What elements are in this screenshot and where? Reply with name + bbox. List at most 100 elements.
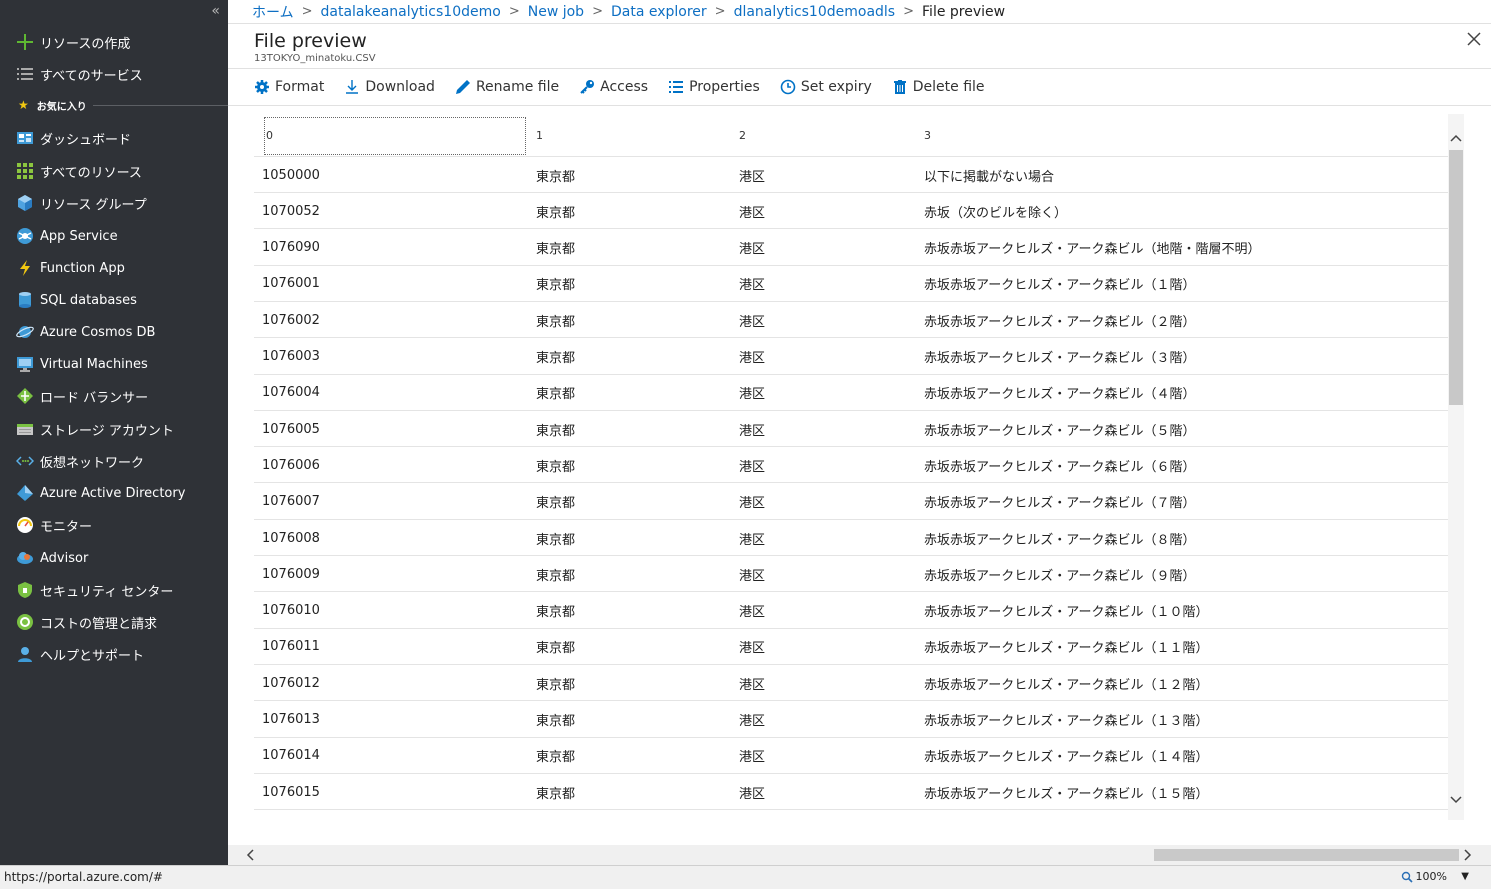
- sidebar-item-virtual-machines[interactable]: Virtual Machines: [0, 349, 228, 379]
- set-expiry-button[interactable]: Set expiry: [780, 79, 872, 95]
- scroll-down-button[interactable]: [1448, 790, 1464, 810]
- sidebar-item-advisor[interactable]: Advisor: [0, 543, 228, 573]
- column-header[interactable]: 2: [739, 114, 746, 156]
- ward-cell: 港区: [739, 532, 766, 548]
- sidebar-item-cost-management[interactable]: コストの管理と請求: [0, 607, 228, 637]
- sidebar-item-cosmos-db[interactable]: Azure Cosmos DB: [0, 317, 228, 347]
- table-row[interactable]: 1076001 東京都 港区 赤坂赤坂アークヒルズ・アーク森ビル（１階）: [254, 266, 1448, 302]
- download-label: Download: [365, 79, 435, 95]
- postal-code-cell: 1076008: [262, 530, 320, 546]
- sidebar-item-security-center[interactable]: セキュリティ センター: [0, 575, 228, 605]
- scroll-right-button[interactable]: [1458, 845, 1478, 865]
- address-cell: 赤坂赤坂アークヒルズ・アーク森ビル（９階）: [924, 568, 1196, 584]
- breadcrumb-item-home[interactable]: ホーム: [252, 2, 294, 22]
- table-row[interactable]: 1076013 東京都 港区 赤坂赤坂アークヒルズ・アーク森ビル（１３階）: [254, 702, 1448, 738]
- ward-cell: 港区: [739, 351, 766, 366]
- sidebar-item-create-resource[interactable]: リソースの作成: [0, 27, 228, 57]
- breadcrumb-item-analytics-account[interactable]: datalakeanalytics10demo: [321, 4, 501, 20]
- table-row[interactable]: 1076011 東京都 港区 赤坂赤坂アークヒルズ・アーク森ビル（１１階）: [254, 629, 1448, 665]
- planet-icon: [16, 323, 34, 341]
- prefecture-cell: 東京都: [536, 605, 576, 621]
- sidebar-item-all-resources[interactable]: すべてのリソース: [0, 156, 228, 186]
- column-header[interactable]: 0: [266, 114, 273, 156]
- table-row[interactable]: 1076004 東京都 港区 赤坂赤坂アークヒルズ・アーク森ビル（４階）: [254, 375, 1448, 411]
- table-row[interactable]: 1076012 東京都 港区 赤坂赤坂アークヒルズ・アーク森ビル（１２階）: [254, 665, 1448, 702]
- zoom-control[interactable]: 100%: [1401, 870, 1447, 883]
- sidebar-item-label: Function App: [40, 260, 125, 276]
- plus-icon: [16, 33, 34, 51]
- table-row[interactable]: 1076015 東京都 港区 赤坂赤坂アークヒルズ・アーク森ビル（１５階）: [254, 774, 1448, 811]
- table-row[interactable]: 1076005 東京都 港区 赤坂赤坂アークヒルズ・アーク森ビル（５階）: [254, 411, 1448, 448]
- sidebar-item-monitor[interactable]: モニター: [0, 510, 228, 540]
- table-row[interactable]: 1050000 東京都 港区 以下に掲載がない場合: [254, 157, 1448, 193]
- scroll-up-button[interactable]: [1448, 128, 1464, 148]
- download-button[interactable]: Download: [344, 79, 435, 95]
- toolbar: Format Download Rename file Access Prope…: [228, 68, 1491, 106]
- ward-cell: 港区: [739, 714, 766, 729]
- sidebar-item-help-support[interactable]: ヘルプとサポート: [0, 639, 228, 669]
- caret-down-icon[interactable]: ▼: [1461, 871, 1469, 882]
- vertical-scrollbar-thumb[interactable]: [1449, 150, 1463, 405]
- table-row[interactable]: 1076008 東京都 港区 赤坂赤坂アークヒルズ・アーク森ビル（８階）: [254, 520, 1448, 556]
- table-row[interactable]: 1076010 東京都 港区 赤坂赤坂アークヒルズ・アーク森ビル（１０階）: [254, 593, 1448, 629]
- breadcrumb-item-adls-account[interactable]: dlanalytics10demoadls: [734, 4, 896, 20]
- format-button[interactable]: Format: [254, 79, 324, 95]
- breadcrumb-item-new-job[interactable]: New job: [528, 4, 584, 20]
- access-button[interactable]: Access: [579, 79, 648, 95]
- table-row[interactable]: 1076002 東京都 港区 赤坂赤坂アークヒルズ・アーク森ビル（２階）: [254, 302, 1448, 339]
- table-row[interactable]: 1070052 東京都 港区 赤坂（次のビルを除く）: [254, 193, 1448, 230]
- address-cell: 赤坂赤坂アークヒルズ・アーク森ビル（１４階）: [924, 750, 1209, 766]
- properties-button[interactable]: Properties: [668, 79, 760, 95]
- horizontal-scrollbar-thumb[interactable]: [1154, 849, 1459, 861]
- table-row[interactable]: 1076006 東京都 港区 赤坂赤坂アークヒルズ・アーク森ビル（６階）: [254, 447, 1448, 484]
- sidebar-item-all-services[interactable]: すべてのサービス: [0, 59, 228, 89]
- sidebar-item-resource-groups[interactable]: リソース グループ: [0, 188, 228, 218]
- sidebar-item-label: リソース グループ: [40, 197, 147, 213]
- address-cell: 赤坂赤坂アークヒルズ・アーク森ビル（地階・階層不明）: [924, 242, 1261, 258]
- scroll-left-button[interactable]: [240, 845, 260, 865]
- shield-icon: [16, 581, 34, 599]
- table-row[interactable]: 1076014 東京都 港区 赤坂赤坂アークヒルズ・アーク森ビル（１４階）: [254, 738, 1448, 774]
- sidebar-item-storage-accounts[interactable]: ストレージ アカウント: [0, 414, 228, 444]
- sidebar-item-sql-databases[interactable]: SQL databases: [0, 285, 228, 315]
- sidebar-item-label: ヘルプとサポート: [40, 648, 145, 664]
- sidebar-item-label: SQL databases: [40, 292, 137, 308]
- breadcrumb-item-data-explorer[interactable]: Data explorer: [611, 4, 707, 20]
- sidebar-item-load-balancer[interactable]: ロード バランサー: [0, 381, 228, 411]
- table-row[interactable]: 1076090 東京都 港区 赤坂赤坂アークヒルズ・アーク森ビル（地階・階層不明）: [254, 230, 1448, 266]
- selected-header-cell[interactable]: [264, 117, 526, 155]
- delete-file-button[interactable]: Delete file: [892, 79, 985, 95]
- column-header[interactable]: 1: [536, 114, 543, 156]
- aad-icon: [16, 484, 34, 502]
- sidebar-item-dashboard[interactable]: ダッシュボード: [0, 123, 228, 153]
- postal-code-cell: 1076009: [262, 566, 320, 582]
- prefecture-cell: 東京都: [536, 496, 576, 512]
- table-row[interactable]: 1076003 東京都 港区 赤坂赤坂アークヒルズ・アーク森ビル（３階）: [254, 339, 1448, 375]
- address-cell: 赤坂赤坂アークヒルズ・アーク森ビル（８階）: [924, 532, 1196, 548]
- rename-file-button[interactable]: Rename file: [455, 79, 559, 95]
- postal-code-cell: 1050000: [262, 167, 320, 183]
- table-row[interactable]: 1076007 東京都 港区 赤坂赤坂アークヒルズ・アーク森ビル（７階）: [254, 484, 1448, 520]
- sidebar-item-virtual-networks[interactable]: 仮想ネットワーク: [0, 446, 228, 476]
- postal-code-cell: 1076090: [262, 240, 320, 256]
- ward-cell: 港区: [739, 568, 766, 584]
- browser-status-bar: https://portal.azure.com/# 100% ▼: [0, 865, 1491, 889]
- ward-cell: 港区: [739, 641, 766, 657]
- postal-code-cell: 1076003: [262, 349, 320, 364]
- prefecture-cell: 東京都: [536, 750, 576, 766]
- format-label: Format: [275, 79, 325, 95]
- gauge-icon: [16, 516, 34, 534]
- ward-cell: 港区: [739, 242, 766, 258]
- collapse-sidebar-icon[interactable]: «: [211, 3, 220, 19]
- ward-cell: 港区: [739, 750, 766, 766]
- sidebar-item-app-service[interactable]: App Service: [0, 221, 228, 251]
- postal-code-cell: 1076007: [262, 494, 320, 510]
- sidebar-item-azure-active-directory[interactable]: Azure Active Directory: [0, 478, 228, 508]
- sidebar-item-label: モニター: [40, 519, 93, 535]
- sidebar-item-function-app[interactable]: Function App: [0, 253, 228, 283]
- column-header[interactable]: 3: [924, 114, 931, 156]
- table-row[interactable]: 1076009 東京都 港区 赤坂赤坂アークヒルズ・アーク森ビル（９階）: [254, 556, 1448, 593]
- close-icon: [1467, 32, 1481, 46]
- close-button[interactable]: [1465, 30, 1483, 48]
- chevron-up-icon: [1450, 134, 1462, 142]
